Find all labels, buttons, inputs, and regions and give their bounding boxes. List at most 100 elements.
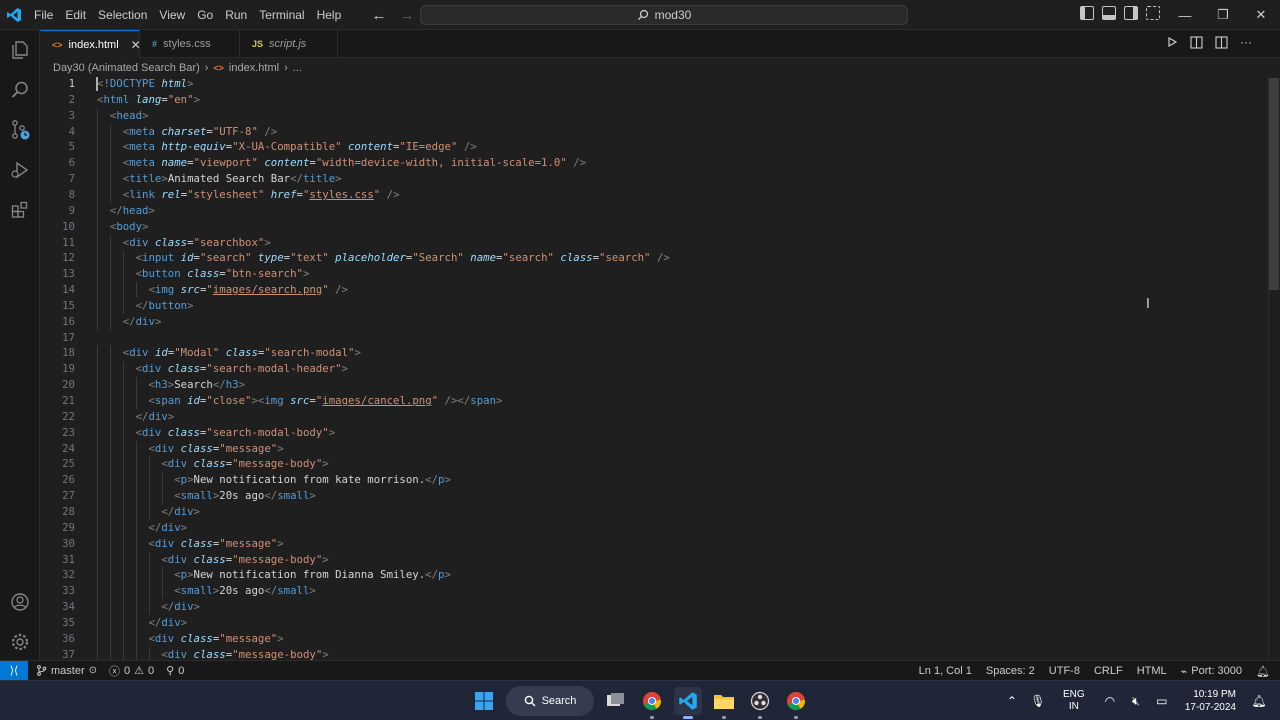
menu-help[interactable]: Help [311,0,348,30]
code-line[interactable]: 25 <div class="message-body"> [40,456,1268,473]
breadcrumb-more[interactable]: ... [293,62,302,74]
code-line[interactable]: 37 <div class="message-body"> [40,646,1268,660]
code-line[interactable]: 30 <div class="message"> [40,535,1268,552]
code-line[interactable]: 32 <p>New notification from Dianna Smile… [40,567,1268,584]
code-line[interactable]: 20 <h3>Search</h3> [40,377,1268,394]
accounts-icon[interactable] [0,582,40,622]
end-of-line[interactable]: CRLF [1094,665,1123,677]
code-line[interactable]: 13 <button class="btn-search"> [40,266,1268,283]
chrome-profile-icon[interactable] [782,687,810,719]
menu-view[interactable]: View [153,0,191,30]
code-line[interactable]: 34 </div> [40,599,1268,616]
menu-selection[interactable]: Selection [92,0,153,30]
remote-indicator-icon[interactable]: ⟩⟨ [0,660,28,681]
code-line[interactable]: 12 <input id="search" type="text" placeh… [40,250,1268,267]
tab-script-js[interactable]: JS script.js [240,30,338,58]
windows-start-icon[interactable] [470,687,498,715]
file-explorer-icon[interactable] [710,687,738,719]
code-line[interactable]: 23 <div class="search-modal-body"> [40,424,1268,441]
code-line[interactable]: 6 <meta name="viewport" content="width=d… [40,155,1268,172]
code-line[interactable]: 11 <div class="searchbox"> [40,234,1268,251]
back-arrow-icon[interactable]: ← [370,7,388,24]
code-line[interactable]: 15 </button> [40,297,1268,314]
code-line[interactable]: 31 <div class="message-body"> [40,551,1268,568]
code-line[interactable]: 4 <meta charset="UTF-8" /> [40,123,1268,140]
notifications-bell-icon[interactable]: 🔔︎ [1256,665,1270,678]
code-line[interactable]: 36 <div class="message"> [40,630,1268,647]
code-line[interactable]: 7 <title>Animated Search Bar</title> [40,171,1268,188]
code-line[interactable]: 19 <div class="search-modal-header"> [40,361,1268,378]
microphone-icon[interactable]: 🎙︎ [1025,694,1051,708]
minimize-icon[interactable]: — [1166,0,1204,30]
code-line[interactable]: 22 </div> [40,408,1268,425]
toggle-panel-icon[interactable] [1102,6,1116,20]
battery-icon[interactable]: ▭ [1149,694,1175,708]
input-language[interactable]: ENG IN [1057,689,1091,713]
code-line[interactable]: 28 </div> [40,503,1268,520]
tab-index-html[interactable]: <> index.html ✕ [40,30,141,58]
task-view-icon[interactable] [602,687,630,715]
menu-edit[interactable]: Edit [59,0,92,30]
wifi-icon[interactable]: ◠ [1097,694,1123,708]
toggle-secondary-sidebar-icon[interactable] [1124,6,1138,20]
code-line[interactable]: 8 <link rel="stylesheet" href="styles.cs… [40,186,1268,203]
close-window-icon[interactable]: ✕ [1242,0,1280,30]
editor-scrollbar[interactable] [1268,76,1280,660]
code-line[interactable]: 26 <p>New notification from kate morriso… [40,472,1268,489]
source-control-icon[interactable] [0,110,40,150]
breadcrumb-folder[interactable]: Day30 (Animated Search Bar) [53,62,200,74]
extensions-icon[interactable] [0,190,40,230]
menu-terminal[interactable]: Terminal [253,0,310,30]
forward-arrow-icon[interactable]: → [398,7,416,24]
run-debug-icon[interactable] [0,150,40,190]
volume-muted-icon[interactable]: 🔇︎ [1123,694,1149,709]
code-editor[interactable]: I 1 <!DOCTYPE html> 2 <html lang="en"> 3 <he… [40,76,1280,660]
run-file-icon[interactable] [1166,36,1178,48]
code-line[interactable]: 35 </div> [40,614,1268,631]
taskbar-search-button[interactable]: Search [506,686,594,716]
code-line[interactable]: 18 <div id="Modal" class="search-modal"> [40,345,1268,362]
code-line[interactable]: 2 <html lang="en"> [40,92,1268,108]
code-line[interactable]: 17 [40,330,1268,346]
ports-indicator[interactable]: ⚲ 0 [166,664,184,678]
menu-go[interactable]: Go [191,0,219,30]
code-line[interactable]: 5 <meta http-equiv="X-UA-Compatible" con… [40,139,1268,156]
toggle-primary-sidebar-icon[interactable] [1080,6,1094,20]
tab-styles-css[interactable]: # styles.css [140,30,240,58]
code-line[interactable]: 33 <small>20s ago</small> [40,583,1268,600]
code-line[interactable]: 21 <span id="close"><img src="images/can… [40,393,1268,409]
code-line[interactable]: 14 <img src="images/search.png" /> [40,282,1268,299]
breadcrumb-file[interactable]: index.html [229,62,279,74]
more-actions-icon[interactable]: ··· [1240,36,1252,49]
customize-layout-icon[interactable] [1146,6,1160,20]
code-line[interactable]: 10 <body> [40,218,1268,235]
code-line[interactable]: 9 </head> [40,202,1268,219]
code-line[interactable]: 27 <small>20s ago</small> [40,488,1268,505]
indentation[interactable]: Spaces: 2 [986,665,1035,677]
encoding[interactable]: UTF-8 [1049,665,1080,677]
branch-indicator[interactable]: master ⊙ [36,665,97,677]
explorer-icon[interactable] [0,30,40,70]
search-view-icon[interactable] [0,70,40,110]
clock[interactable]: 10:19 PM 17-07-2024 [1185,688,1236,714]
split-editor-icon[interactable] [1215,36,1228,49]
menu-file[interactable]: File [28,0,59,30]
scrollbar-thumb[interactable] [1269,78,1279,290]
problems-indicator[interactable]: ⓧ 0 ⚠ 0 [109,663,154,679]
code-line[interactable]: 24 <div class="message"> [40,440,1268,457]
cursor-position[interactable]: Ln 1, Col 1 [919,665,972,677]
sync-icon[interactable]: ⊙ [89,665,97,676]
notification-bell-icon[interactable]: 🔔︎ [1246,694,1272,708]
vscode-taskbar-icon[interactable] [674,687,702,719]
chrome-icon[interactable] [638,687,666,719]
live-server-port[interactable]: ⌁ Port: 3000 [1181,665,1242,678]
code-line[interactable]: 16 </div> [40,313,1268,330]
code-line[interactable]: 3 <head> [40,107,1268,124]
obs-studio-icon[interactable] [746,687,774,719]
code-line[interactable]: 29 </div> [40,519,1268,536]
menu-run[interactable]: Run [219,0,253,30]
chevron-up-icon[interactable]: ⌃ [999,694,1025,708]
language-mode[interactable]: HTML [1137,665,1167,677]
command-center-search[interactable]: mod30 [420,5,908,25]
restore-icon[interactable]: ❐ [1204,0,1242,30]
